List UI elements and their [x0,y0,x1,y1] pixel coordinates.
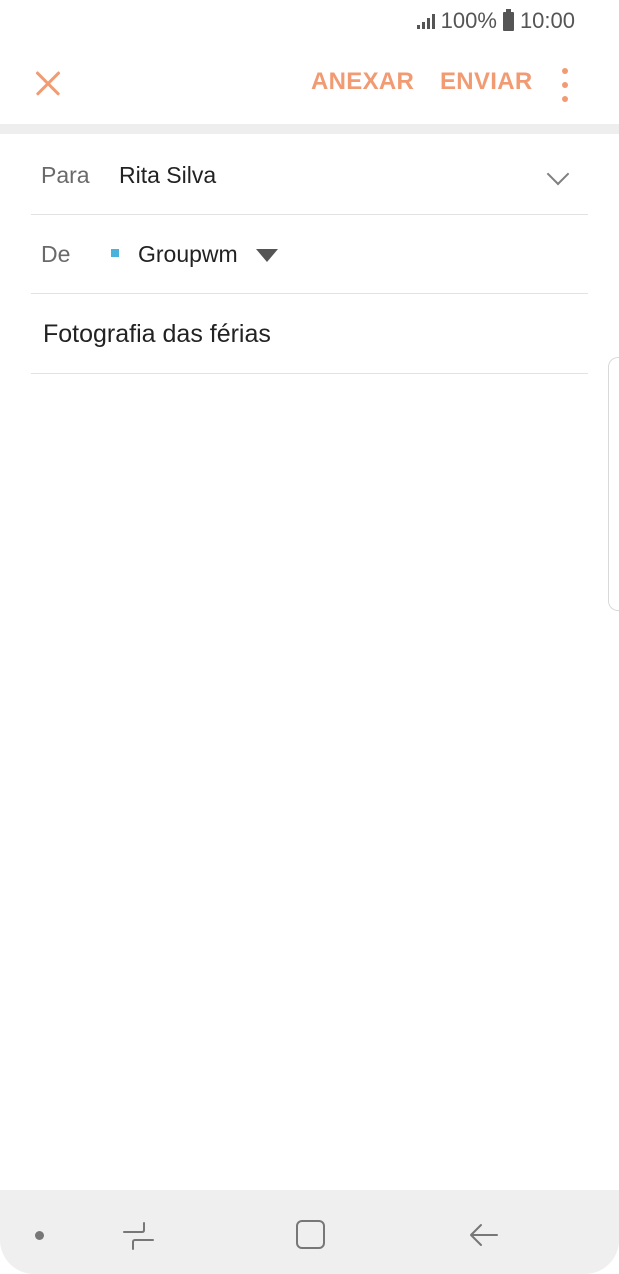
to-label: Para [41,162,90,188]
recipient-field[interactable]: Rita Silva [119,162,216,189]
battery-icon [502,8,514,31]
chevron-down-icon[interactable] [546,162,570,186]
back-icon[interactable] [467,1218,501,1252]
sender-account[interactable]: Groupwm [138,241,238,268]
recent-apps-icon[interactable] [122,1218,156,1252]
subject-row[interactable]: Fotografia das férias [31,295,588,374]
send-button[interactable]: ENVIAR [440,68,532,96]
from-label: De [41,241,71,267]
close-icon[interactable] [30,66,66,102]
toolbar-divider [0,124,619,134]
account-color-marker [111,249,119,257]
clock: 10:00 [519,8,575,33]
battery-percent: 100% [440,8,497,33]
attach-button[interactable]: ANEXAR [311,68,414,96]
message-body[interactable] [31,375,588,1175]
more-options-icon[interactable] [555,68,575,102]
edge-panel-handle[interactable] [608,357,619,611]
dropdown-arrow-icon[interactable] [256,249,278,262]
signal-icon [416,13,435,29]
recipient-row[interactable]: Para Rita Silva [31,136,588,215]
status-bar: 100% 10:00 [0,0,619,44]
sender-row[interactable]: De Groupwm [31,215,588,294]
home-icon[interactable] [294,1218,328,1252]
subject-field[interactable]: Fotografia das férias [43,320,271,349]
status-icons: 100% 10:00 [416,6,575,36]
nav-dot-icon[interactable] [35,1231,44,1240]
compose-toolbar: ANEXAR ENVIAR [0,44,619,122]
navigation-bar [0,1190,619,1274]
